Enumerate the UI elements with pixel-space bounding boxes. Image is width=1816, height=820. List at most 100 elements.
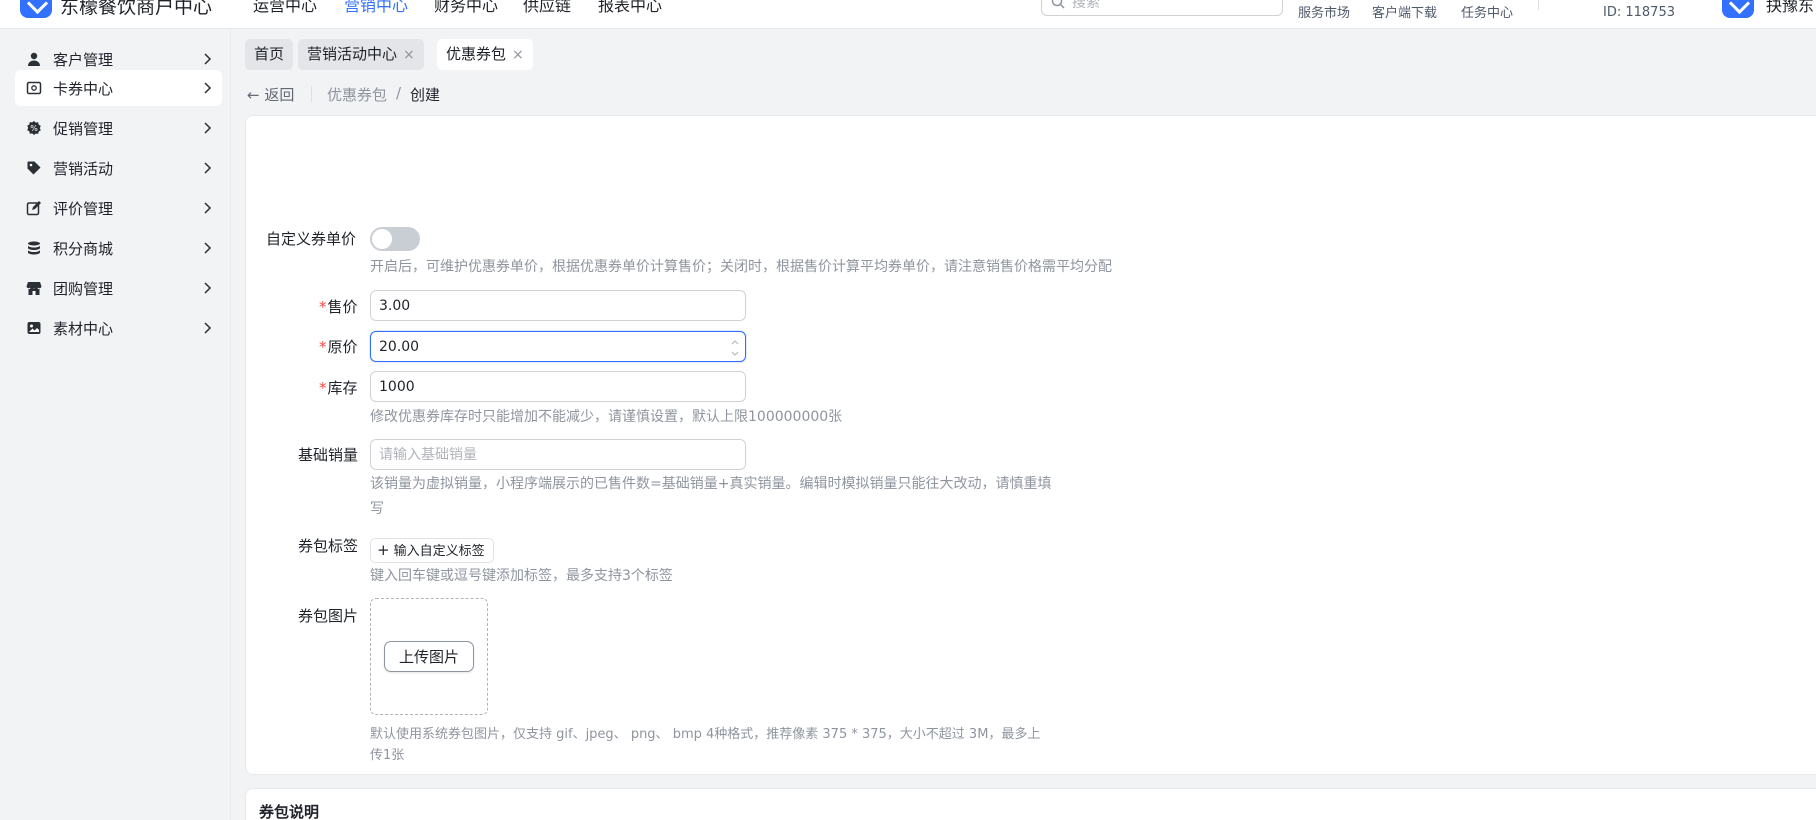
back-button[interactable]: ← 返回 (247, 84, 294, 105)
user-name[interactable]: 抉豫东 (1766, 0, 1814, 16)
original-price-label: *原价 (319, 336, 358, 357)
topnav-reports[interactable]: 报表中心 (598, 0, 662, 16)
divider (1538, 0, 1539, 10)
tab-coupon-package[interactable]: 优惠券包 × (437, 39, 533, 70)
topnav-operations[interactable]: 运营中心 (253, 0, 317, 16)
card-icon (26, 81, 42, 95)
image-label: 券包图片 (298, 607, 359, 625)
chevron-down-icon[interactable]: ﹀ (1673, 0, 1684, 8)
arrow-left-icon: ← (247, 86, 260, 104)
image-help: 默认使用系统券包图片，仅支持 gif、jpeg、 png、 bmp 4种格式，推… (370, 727, 1041, 742)
breadcrumb-separator: / (396, 84, 402, 102)
add-tag-button[interactable]: + 输入自定义标签 (370, 538, 494, 563)
sidebar-item-label: 营销活动 (53, 160, 114, 178)
close-icon[interactable]: × (512, 47, 524, 63)
shop-icon (26, 282, 42, 295)
base-sales-input[interactable] (370, 439, 746, 470)
stock-help: 修改优惠券库存时只能增加不能减少，请谨慎设置，默认上限100000000张 (370, 409, 843, 425)
tags-label: 券包标签 (298, 537, 359, 555)
required-mark: * (319, 379, 327, 397)
chevron-right-icon (204, 322, 212, 334)
sidebar-item-label: 促销管理 (53, 120, 114, 138)
tab-marketing-center[interactable]: 营销活动中心 × (298, 39, 424, 70)
description-card: 券包说明 (245, 788, 1816, 820)
sidebar-item-points-mall[interactable]: 积分商城 (15, 230, 222, 266)
original-price-label-text: 原价 (327, 338, 358, 356)
sidebar: 客户管理 卡券中心 % 促销管理 营销活动 评价管理 积分商城 团购管理 素材中… (5, 29, 231, 820)
chevron-right-icon (204, 82, 212, 94)
original-price-input[interactable] (370, 331, 746, 362)
merchant-id: ID: 118753 (1603, 5, 1675, 20)
sidebar-item-marketing-activities[interactable]: 营销活动 (15, 150, 222, 186)
upload-image-button[interactable]: 上传图片 (384, 641, 474, 672)
tab-home[interactable]: 首页 (245, 39, 294, 70)
app-title: 东檬餐饮商户中心 (60, 0, 213, 18)
sidebar-item-label: 素材中心 (53, 320, 114, 338)
stock-label-text: 库存 (327, 379, 358, 397)
stock-label: *库存 (319, 377, 358, 398)
custom-price-label: 自定义券单价 (266, 230, 357, 248)
sale-price-input[interactable] (370, 290, 746, 321)
number-stepper[interactable] (730, 337, 740, 359)
required-mark: * (319, 338, 327, 356)
required-mark: * (319, 298, 327, 316)
tab-label: 首页 (254, 45, 285, 63)
sidebar-item-card-coupon-center[interactable]: 卡券中心 (15, 70, 222, 106)
sale-price-label: *售价 (319, 296, 358, 317)
chevron-right-icon (204, 162, 212, 174)
topnav-finance[interactable]: 财务中心 (434, 0, 498, 16)
sidebar-item-promotions[interactable]: % 促销管理 (15, 110, 222, 146)
close-icon[interactable]: × (403, 47, 415, 63)
breadcrumb-parent[interactable]: 优惠券包 (327, 84, 387, 105)
custom-price-help: 开启后，可维护优惠券单价，根据优惠券单价计算售价；关闭时，根据售价计算平均券单价… (370, 259, 1112, 275)
base-sales-label: 基础销量 (298, 446, 359, 464)
service-market-link[interactable]: 服务市场 (1298, 2, 1350, 21)
add-tag-label: 输入自定义标签 (393, 544, 485, 559)
review-icon (26, 201, 41, 216)
sidebar-item-label: 积分商城 (53, 240, 114, 258)
toggle-knob (372, 229, 392, 249)
custom-price-toggle[interactable] (370, 227, 420, 251)
back-label: 返回 (264, 86, 295, 104)
sidebar-item-label: 客户管理 (53, 51, 114, 69)
tab-label: 营销活动中心 (307, 45, 398, 63)
stock-input[interactable] (370, 371, 746, 402)
tags-help: 键入回车键或逗号键添加标签，最多支持3个标签 (370, 568, 673, 584)
upload-area[interactable]: 上传图片 (370, 598, 488, 715)
image-help-cont: 传1张 (370, 748, 405, 763)
logo-icon (20, 0, 52, 18)
promotion-icon: % (27, 121, 41, 135)
search-input[interactable] (1072, 0, 1272, 13)
breadcrumb-current: 创建 (410, 86, 441, 104)
chevron-right-icon (204, 122, 212, 134)
user-icon (28, 52, 40, 66)
avatar[interactable] (1722, 0, 1754, 18)
topnav-marketing[interactable]: 营销中心 (344, 0, 408, 16)
sidebar-item-label: 团购管理 (53, 280, 114, 298)
svg-text:%: % (30, 124, 38, 133)
sidebar-item-label: 卡券中心 (53, 80, 114, 98)
section-title: 券包说明 (259, 803, 320, 820)
task-center-link[interactable]: 任务中心 (1461, 2, 1513, 21)
sidebar-item-reviews[interactable]: 评价管理 (15, 190, 222, 226)
chevron-right-icon (204, 202, 212, 214)
chevron-right-icon (204, 53, 212, 65)
sidebar-item-group-buying[interactable]: 团购管理 (15, 270, 222, 306)
divider (311, 86, 312, 102)
top-bar: 东檬餐饮商户中心 运营中心 营销中心 财务中心 供应链 报表中心 服务市场 客户… (0, 0, 1816, 29)
sidebar-item-material-center[interactable]: 素材中心 (15, 310, 222, 346)
coins-icon (28, 241, 40, 255)
chevron-right-icon (204, 282, 212, 294)
chevron-right-icon (204, 242, 212, 254)
base-sales-help-cont: 写 (370, 501, 384, 517)
search-icon (1051, 0, 1065, 9)
tab-label: 优惠券包 (446, 45, 507, 63)
topnav-supply-chain[interactable]: 供应链 (523, 0, 571, 16)
plus-icon: + (377, 541, 390, 559)
base-sales-help: 该销量为虚拟销量，小程序端展示的已售件数=基础销量+真实销量。编辑时模拟销量只能… (370, 476, 1052, 492)
sale-price-label-text: 售价 (327, 298, 358, 316)
client-download-link[interactable]: 客户端下载 (1372, 2, 1437, 21)
tag-icon (27, 161, 41, 175)
image-icon (27, 322, 41, 334)
search-box[interactable] (1041, 0, 1283, 16)
